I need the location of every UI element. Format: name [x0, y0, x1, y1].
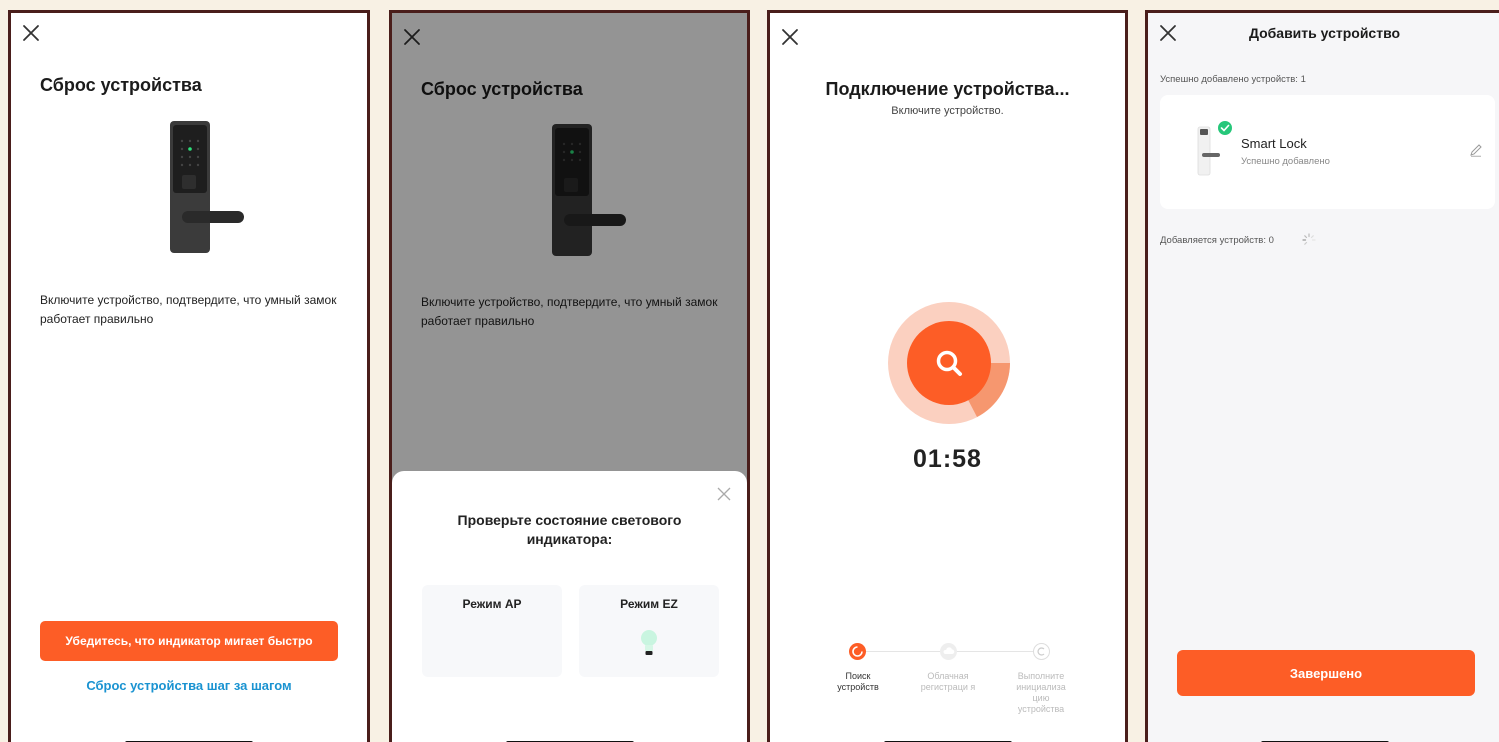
device-status: Успешно добавлено: [1241, 156, 1330, 167]
page-title: Сброс устройства: [40, 75, 202, 95]
light-bulb-icon: [640, 629, 658, 664]
description-text: Включите устройство, подтвердите, что ум…: [40, 293, 337, 326]
search-progress-ring: [887, 301, 1011, 425]
indicator-bottom-sheet: Проверьте состояние светового индикатора…: [392, 471, 747, 742]
done-button[interactable]: Завершено: [1177, 650, 1475, 696]
countdown-timer: 01:58: [913, 445, 982, 473]
device-name: Smart Lock: [1241, 136, 1307, 151]
adding-count-text: Добавляется устройств: 0: [1160, 235, 1274, 246]
step-search-label: Поиск устройств: [837, 671, 879, 692]
step-init-label: Выполните инициализа цию устройства: [1016, 671, 1066, 714]
page-title: Подключение устройства...: [825, 79, 1070, 99]
page-title: Добавить устройство: [1248, 25, 1401, 41]
step-search-icon: [849, 643, 866, 660]
close-icon[interactable]: [21, 23, 41, 43]
step-init-icon: [1033, 643, 1050, 660]
success-check-icon: [1216, 119, 1234, 137]
close-icon[interactable]: [780, 27, 800, 47]
screen-connecting: Подключение устройства... Включите устро…: [767, 10, 1128, 742]
confirm-indicator-button[interactable]: Убедитесь, что индикатор мигает быстро: [40, 621, 338, 661]
mode-ez-card[interactable]: Режим EZ: [579, 585, 719, 677]
mode-ez-label: Режим EZ: [620, 597, 678, 611]
screen-add-device: Добавить устройство Успешно добавлено ус…: [1145, 10, 1499, 742]
page-subtitle: Включите устройство.: [891, 105, 1004, 117]
screen-reset-device: Сброс устройства Включите устройство, по…: [8, 10, 370, 742]
added-count-text: Успешно добавлено устройств: 1: [1160, 74, 1306, 85]
screen-indicator-check: Сброс устройства Включите устройство, по…: [389, 10, 750, 742]
step-cloud-label: Облачная регистраци я: [920, 671, 976, 692]
step-cloud-icon: [940, 643, 957, 660]
reset-step-by-step-link[interactable]: Сброс устройства шаг за шагом: [11, 678, 367, 693]
smart-lock-image: [168, 119, 248, 259]
loading-spinner-icon: [1302, 233, 1316, 252]
mode-ap-label: Режим AP: [462, 597, 522, 611]
mode-ap-card[interactable]: Режим AP: [422, 585, 562, 677]
sheet-title: Проверьте состояние светового индикатора…: [457, 512, 682, 547]
device-card[interactable]: Smart Lock Успешно добавлено: [1160, 95, 1495, 209]
edit-icon[interactable]: [1469, 143, 1483, 162]
close-icon[interactable]: [717, 487, 731, 501]
